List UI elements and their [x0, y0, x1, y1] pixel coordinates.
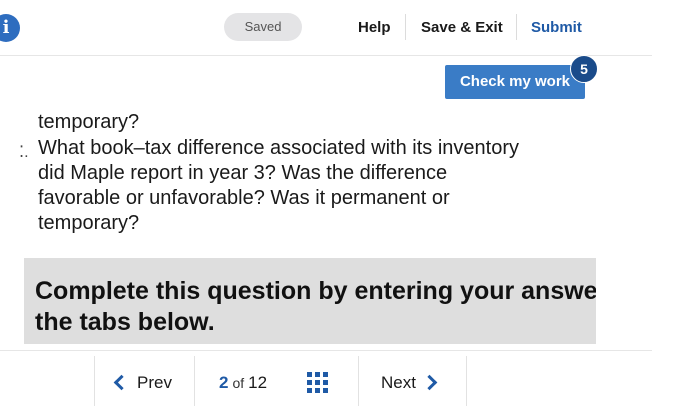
- divider: [405, 14, 406, 40]
- current-page: 2: [219, 373, 229, 392]
- divider: [194, 356, 195, 406]
- list-marker: ⁚.: [19, 144, 29, 161]
- instruction-panel: Complete this question by entering your …: [24, 258, 596, 344]
- question-text-line: What book–tax difference associated with…: [38, 137, 519, 159]
- grid-icon[interactable]: [307, 372, 328, 393]
- saved-status-badge: Saved: [224, 13, 302, 41]
- submit-link[interactable]: Submit: [531, 19, 582, 36]
- top-toolbar: i Saved Help Save & Exit Submit: [0, 0, 652, 56]
- chevron-right-icon: [421, 374, 438, 390]
- chevron-left-icon: [113, 374, 130, 390]
- save-exit-link[interactable]: Save & Exit: [421, 19, 503, 36]
- instruction-text: Complete this question by entering your …: [35, 277, 596, 336]
- next-label: Next: [381, 373, 416, 392]
- question-text-line: temporary?: [38, 212, 140, 234]
- prev-label: Prev: [137, 373, 172, 392]
- check-work-count-badge: 5: [570, 55, 598, 83]
- help-link[interactable]: Help: [358, 19, 391, 36]
- check-my-work-button[interactable]: Check my work: [445, 65, 585, 99]
- page-of-label: of: [232, 375, 245, 391]
- total-pages: 12: [248, 373, 268, 392]
- info-icon[interactable]: i: [0, 14, 20, 42]
- question-text-line: temporary?: [38, 111, 140, 133]
- divider: [94, 356, 95, 406]
- question-text-line: favorable or unfavorable? Was it permane…: [38, 187, 450, 209]
- question-text-line: did Maple report in year 3? Was the diff…: [38, 162, 448, 184]
- prev-button[interactable]: Prev: [113, 373, 172, 393]
- divider: [358, 356, 359, 406]
- page-indicator: 2 of 12: [219, 373, 267, 393]
- divider: [466, 356, 467, 406]
- next-button[interactable]: Next: [381, 373, 438, 393]
- divider: [516, 14, 517, 40]
